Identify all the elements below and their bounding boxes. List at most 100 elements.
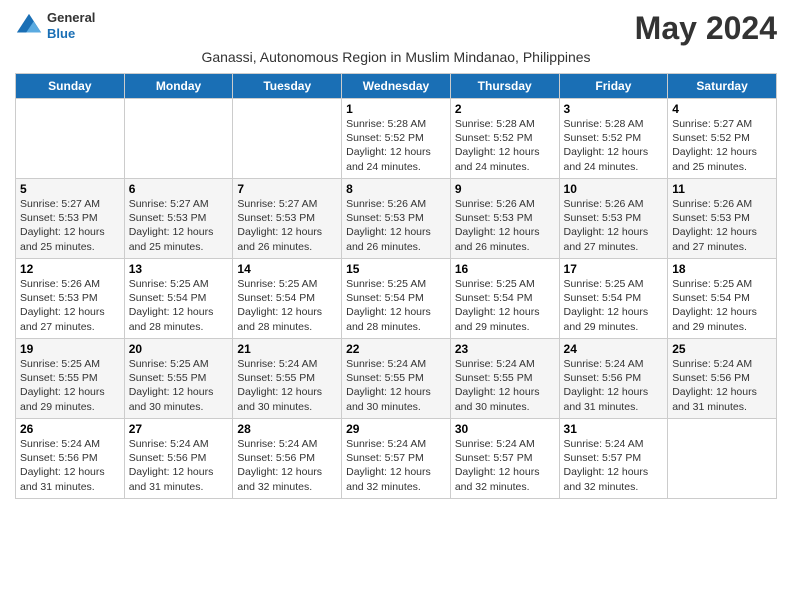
calendar-cell: 3Sunrise: 5:28 AM Sunset: 5:52 PM Daylig…: [559, 99, 668, 179]
day-info: Sunrise: 5:25 AM Sunset: 5:54 PM Dayligh…: [129, 277, 229, 334]
calendar-cell: 30Sunrise: 5:24 AM Sunset: 5:57 PM Dayli…: [450, 419, 559, 499]
day-number: 30: [455, 422, 555, 436]
day-number: 14: [237, 262, 337, 276]
day-number: 8: [346, 182, 446, 196]
day-info: Sunrise: 5:24 AM Sunset: 5:56 PM Dayligh…: [237, 437, 337, 494]
calendar-cell: 29Sunrise: 5:24 AM Sunset: 5:57 PM Dayli…: [342, 419, 451, 499]
day-info: Sunrise: 5:27 AM Sunset: 5:53 PM Dayligh…: [129, 197, 229, 254]
calendar-cell: 31Sunrise: 5:24 AM Sunset: 5:57 PM Dayli…: [559, 419, 668, 499]
calendar-cell: 5Sunrise: 5:27 AM Sunset: 5:53 PM Daylig…: [16, 179, 125, 259]
day-info: Sunrise: 5:24 AM Sunset: 5:57 PM Dayligh…: [564, 437, 664, 494]
day-number: 25: [672, 342, 772, 356]
day-info: Sunrise: 5:27 AM Sunset: 5:53 PM Dayligh…: [237, 197, 337, 254]
column-header-wednesday: Wednesday: [342, 74, 451, 99]
day-info: Sunrise: 5:27 AM Sunset: 5:53 PM Dayligh…: [20, 197, 120, 254]
calendar-cell: 22Sunrise: 5:24 AM Sunset: 5:55 PM Dayli…: [342, 339, 451, 419]
column-header-saturday: Saturday: [668, 74, 777, 99]
column-header-sunday: Sunday: [16, 74, 125, 99]
calendar-cell: 26Sunrise: 5:24 AM Sunset: 5:56 PM Dayli…: [16, 419, 125, 499]
day-number: 15: [346, 262, 446, 276]
day-info: Sunrise: 5:24 AM Sunset: 5:55 PM Dayligh…: [237, 357, 337, 414]
day-number: 19: [20, 342, 120, 356]
calendar-cell: [668, 419, 777, 499]
column-header-friday: Friday: [559, 74, 668, 99]
calendar-cell: 21Sunrise: 5:24 AM Sunset: 5:55 PM Dayli…: [233, 339, 342, 419]
day-number: 17: [564, 262, 664, 276]
day-info: Sunrise: 5:28 AM Sunset: 5:52 PM Dayligh…: [564, 117, 664, 174]
day-info: Sunrise: 5:26 AM Sunset: 5:53 PM Dayligh…: [455, 197, 555, 254]
day-info: Sunrise: 5:25 AM Sunset: 5:54 PM Dayligh…: [564, 277, 664, 334]
day-number: 4: [672, 102, 772, 116]
day-number: 29: [346, 422, 446, 436]
calendar-table: SundayMondayTuesdayWednesdayThursdayFrid…: [15, 73, 777, 499]
calendar-week-row: 19Sunrise: 5:25 AM Sunset: 5:55 PM Dayli…: [16, 339, 777, 419]
calendar-cell: [124, 99, 233, 179]
column-header-monday: Monday: [124, 74, 233, 99]
calendar-cell: [16, 99, 125, 179]
calendar-cell: 18Sunrise: 5:25 AM Sunset: 5:54 PM Dayli…: [668, 259, 777, 339]
day-number: 27: [129, 422, 229, 436]
calendar-cell: 14Sunrise: 5:25 AM Sunset: 5:54 PM Dayli…: [233, 259, 342, 339]
day-info: Sunrise: 5:25 AM Sunset: 5:54 PM Dayligh…: [672, 277, 772, 334]
day-info: Sunrise: 5:24 AM Sunset: 5:56 PM Dayligh…: [672, 357, 772, 414]
calendar-cell: 27Sunrise: 5:24 AM Sunset: 5:56 PM Dayli…: [124, 419, 233, 499]
day-info: Sunrise: 5:24 AM Sunset: 5:57 PM Dayligh…: [346, 437, 446, 494]
logo-icon: [15, 12, 43, 40]
day-info: Sunrise: 5:24 AM Sunset: 5:55 PM Dayligh…: [346, 357, 446, 414]
calendar-cell: 6Sunrise: 5:27 AM Sunset: 5:53 PM Daylig…: [124, 179, 233, 259]
calendar-cell: 4Sunrise: 5:27 AM Sunset: 5:52 PM Daylig…: [668, 99, 777, 179]
day-number: 9: [455, 182, 555, 196]
calendar-week-row: 12Sunrise: 5:26 AM Sunset: 5:53 PM Dayli…: [16, 259, 777, 339]
calendar-cell: 11Sunrise: 5:26 AM Sunset: 5:53 PM Dayli…: [668, 179, 777, 259]
day-info: Sunrise: 5:24 AM Sunset: 5:56 PM Dayligh…: [564, 357, 664, 414]
calendar-cell: 28Sunrise: 5:24 AM Sunset: 5:56 PM Dayli…: [233, 419, 342, 499]
day-number: 6: [129, 182, 229, 196]
day-info: Sunrise: 5:24 AM Sunset: 5:57 PM Dayligh…: [455, 437, 555, 494]
day-info: Sunrise: 5:25 AM Sunset: 5:55 PM Dayligh…: [129, 357, 229, 414]
calendar-cell: 25Sunrise: 5:24 AM Sunset: 5:56 PM Dayli…: [668, 339, 777, 419]
calendar-cell: 12Sunrise: 5:26 AM Sunset: 5:53 PM Dayli…: [16, 259, 125, 339]
day-info: Sunrise: 5:26 AM Sunset: 5:53 PM Dayligh…: [564, 197, 664, 254]
calendar-cell: 1Sunrise: 5:28 AM Sunset: 5:52 PM Daylig…: [342, 99, 451, 179]
column-header-tuesday: Tuesday: [233, 74, 342, 99]
day-info: Sunrise: 5:26 AM Sunset: 5:53 PM Dayligh…: [20, 277, 120, 334]
day-info: Sunrise: 5:25 AM Sunset: 5:54 PM Dayligh…: [455, 277, 555, 334]
calendar-header-row: SundayMondayTuesdayWednesdayThursdayFrid…: [16, 74, 777, 99]
calendar-cell: 17Sunrise: 5:25 AM Sunset: 5:54 PM Dayli…: [559, 259, 668, 339]
calendar-cell: 7Sunrise: 5:27 AM Sunset: 5:53 PM Daylig…: [233, 179, 342, 259]
day-number: 11: [672, 182, 772, 196]
calendar-subtitle: Ganassi, Autonomous Region in Muslim Min…: [15, 49, 777, 65]
day-info: Sunrise: 5:25 AM Sunset: 5:54 PM Dayligh…: [346, 277, 446, 334]
calendar-cell: 24Sunrise: 5:24 AM Sunset: 5:56 PM Dayli…: [559, 339, 668, 419]
day-info: Sunrise: 5:25 AM Sunset: 5:54 PM Dayligh…: [237, 277, 337, 334]
calendar-cell: 20Sunrise: 5:25 AM Sunset: 5:55 PM Dayli…: [124, 339, 233, 419]
day-number: 7: [237, 182, 337, 196]
calendar-cell: 2Sunrise: 5:28 AM Sunset: 5:52 PM Daylig…: [450, 99, 559, 179]
day-number: 18: [672, 262, 772, 276]
day-number: 16: [455, 262, 555, 276]
day-number: 23: [455, 342, 555, 356]
day-number: 5: [20, 182, 120, 196]
day-info: Sunrise: 5:24 AM Sunset: 5:56 PM Dayligh…: [20, 437, 120, 494]
day-number: 22: [346, 342, 446, 356]
calendar-cell: 23Sunrise: 5:24 AM Sunset: 5:55 PM Dayli…: [450, 339, 559, 419]
day-info: Sunrise: 5:25 AM Sunset: 5:55 PM Dayligh…: [20, 357, 120, 414]
day-info: Sunrise: 5:24 AM Sunset: 5:56 PM Dayligh…: [129, 437, 229, 494]
day-number: 20: [129, 342, 229, 356]
day-number: 31: [564, 422, 664, 436]
calendar-week-row: 1 Sunrise: 5:28 AM Sunset: 5:52 PM Daylig…: [16, 99, 777, 179]
calendar-cell: [233, 99, 342, 179]
calendar-cell: 8Sunrise: 5:26 AM Sunset: 5:53 PM Daylig…: [342, 179, 451, 259]
day-number: 12: [20, 262, 120, 276]
calendar-week-row: 5Sunrise: 5:27 AM Sunset: 5:53 PM Daylig…: [16, 179, 777, 259]
calendar-cell: 19Sunrise: 5:25 AM Sunset: 5:55 PM Dayli…: [16, 339, 125, 419]
calendar-week-row: 26Sunrise: 5:24 AM Sunset: 5:56 PM Dayli…: [16, 419, 777, 499]
day-number: 10: [564, 182, 664, 196]
calendar-cell: 15Sunrise: 5:25 AM Sunset: 5:54 PM Dayli…: [342, 259, 451, 339]
day-number: 1: [346, 102, 446, 116]
day-info: Sunrise: 5:26 AM Sunset: 5:53 PM Dayligh…: [346, 197, 446, 254]
calendar-cell: 13Sunrise: 5:25 AM Sunset: 5:54 PM Dayli…: [124, 259, 233, 339]
logo: General Blue: [15, 10, 95, 41]
day-info: Sunrise: 5:28 AM Sunset: 5:52 PM Dayligh…: [455, 117, 555, 174]
logo-text: General Blue: [47, 10, 95, 41]
